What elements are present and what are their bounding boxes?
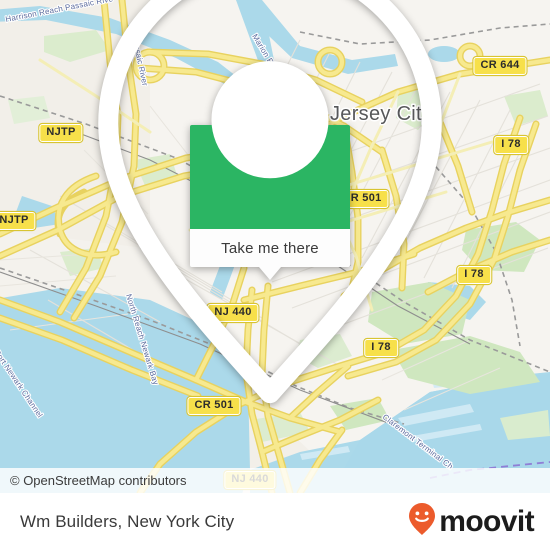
moovit-wordmark: moovit: [439, 504, 534, 538]
osm-attribution: © OpenStreetMap contributors: [0, 468, 550, 493]
moovit-pin-smiley-icon: [407, 502, 437, 541]
popup-header: [98, 0, 442, 403]
attribution-text: © OpenStreetMap contributors: [10, 473, 187, 488]
map-canvas[interactable]: Harrison Reach Passaic Rive Passaic Rive…: [0, 0, 550, 493]
map-screenshot: Harrison Reach Passaic Rive Passaic Rive…: [0, 0, 550, 550]
footer-bar: Wm Builders, New York City moovit: [0, 493, 550, 550]
map-popup[interactable]: Take me there: [98, 0, 442, 403]
take-me-there-label: Take me there: [221, 239, 319, 257]
map-pin-icon: [0, 0, 545, 424]
place-title: Wm Builders, New York City: [20, 511, 235, 531]
moovit-logo[interactable]: moovit: [407, 502, 535, 541]
